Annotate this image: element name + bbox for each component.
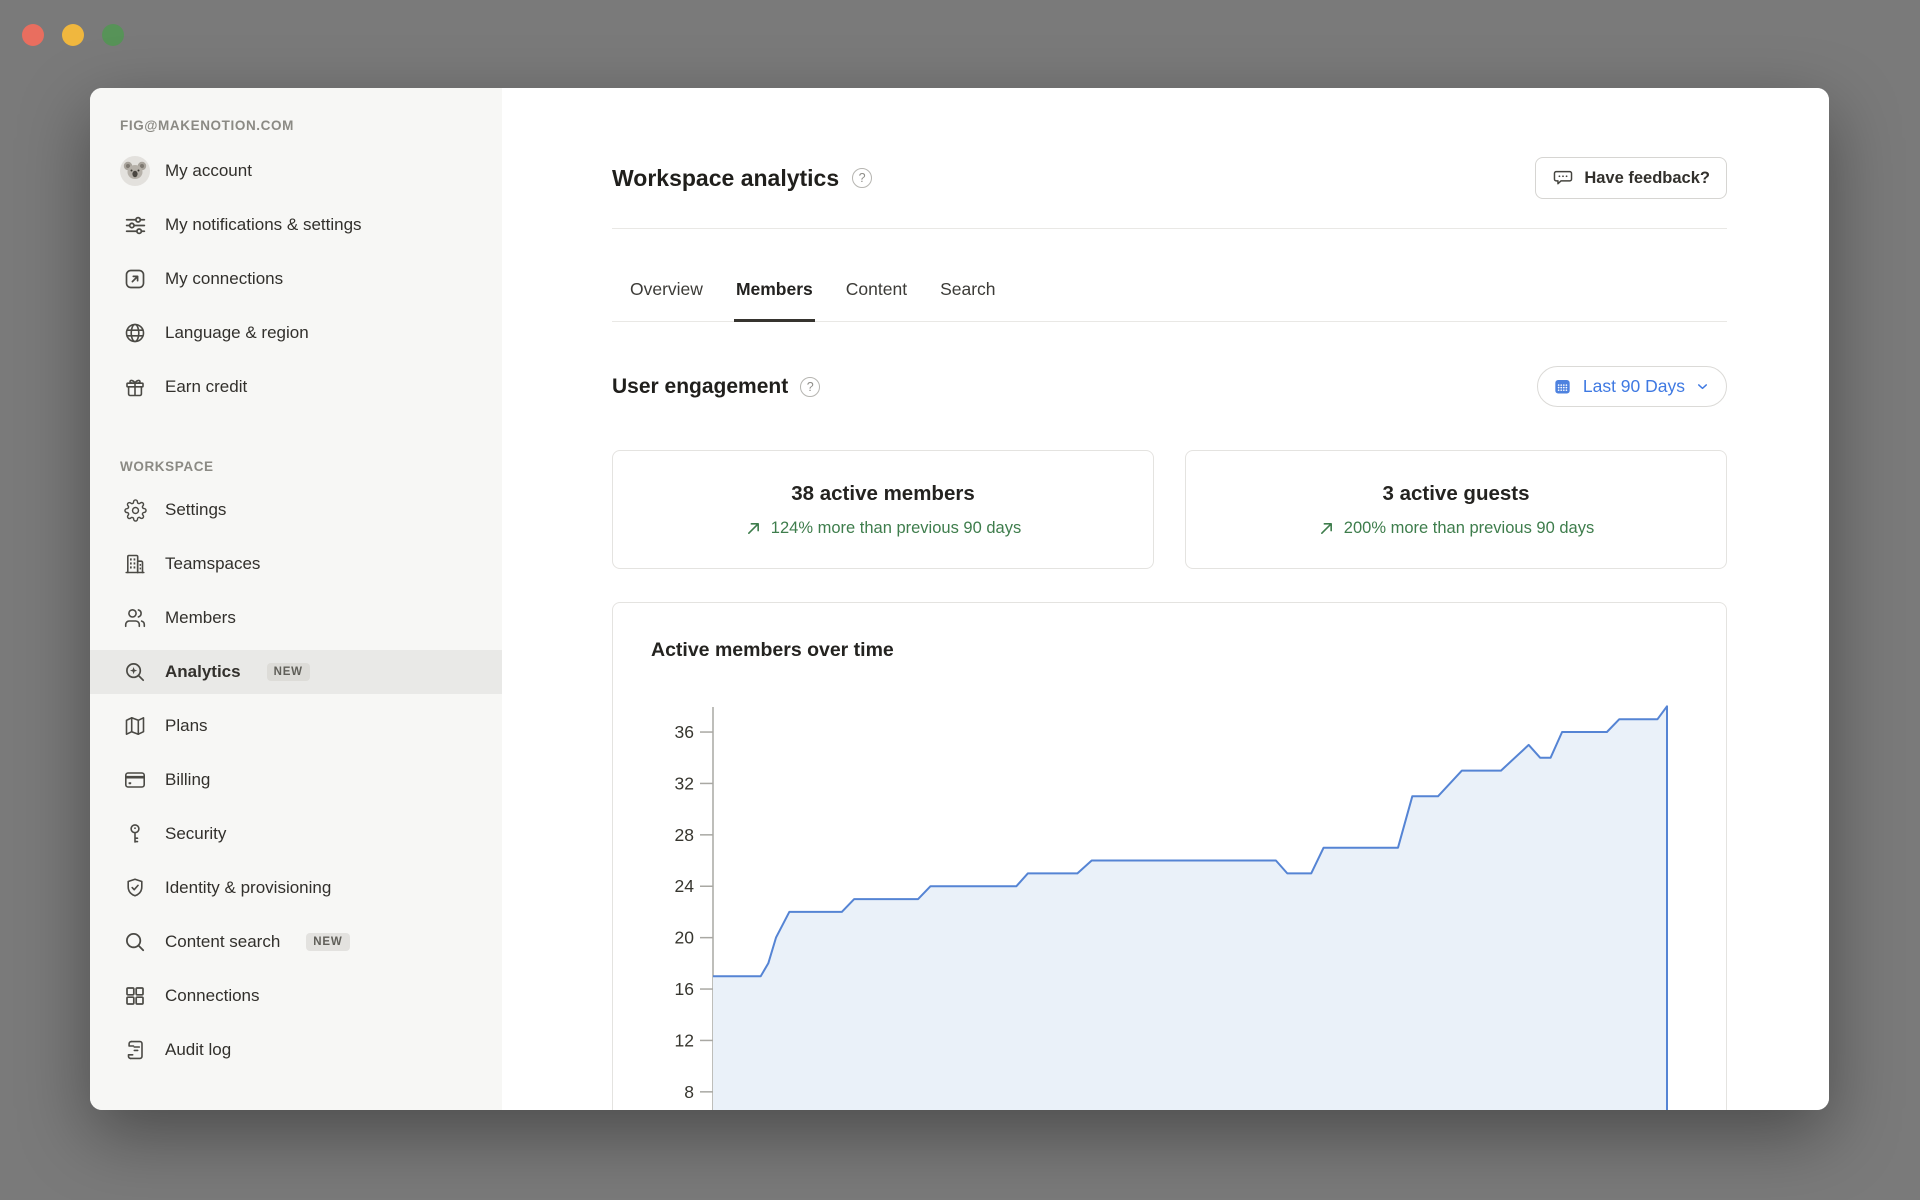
y-tick-label: 32: [675, 773, 694, 793]
close-window-button[interactable]: [22, 24, 44, 46]
chart-area-fill: [713, 706, 1667, 1110]
y-tick-label: 24: [675, 876, 695, 896]
sidebar-item-earn-credit[interactable]: Earn credit: [90, 365, 502, 409]
sidebar-item-label: My account: [165, 154, 252, 188]
sliders-icon: [120, 210, 150, 240]
sidebar-item-connections[interactable]: Connections: [90, 974, 502, 1018]
sidebar-item-audit-log[interactable]: Audit log: [90, 1028, 502, 1072]
tab-content[interactable]: Content: [844, 229, 909, 322]
sidebar-item-label: Language & region: [165, 316, 309, 350]
sidebar-item-my-account[interactable]: My account: [90, 149, 502, 193]
gear-icon: [120, 495, 150, 525]
sidebar-item-identity-provisioning[interactable]: Identity & provisioning: [90, 866, 502, 910]
sidebar-item-label: Settings: [165, 493, 226, 527]
new-badge: NEW: [306, 933, 349, 952]
date-range-value: Last 90 Days: [1583, 376, 1685, 397]
analytics-panel: Workspace analytics ? Have feedback?: [502, 88, 1829, 1110]
stat-value: 38 active members: [791, 482, 974, 506]
sidebar-item-members[interactable]: Members: [90, 596, 502, 640]
sidebar-item-label: Analytics: [165, 655, 241, 689]
minimize-window-button[interactable]: [62, 24, 84, 46]
window-controls: [22, 24, 124, 46]
sidebar-item-billing[interactable]: Billing: [90, 758, 502, 802]
tab-overview[interactable]: Overview: [628, 229, 705, 322]
shield-check-icon: [120, 873, 150, 903]
help-icon[interactable]: ?: [800, 377, 820, 397]
trend-text: 200% more than previous 90 days: [1344, 519, 1594, 538]
sidebar-item-label: Members: [165, 601, 236, 635]
analytics-tabs: Overview Members Content Search: [612, 229, 1727, 322]
sidebar-item-label: My notifications & settings: [165, 208, 362, 242]
trend-up-arrow-icon: [1318, 520, 1335, 537]
analytics-magnifier-icon: [120, 657, 150, 687]
y-tick-label: 20: [675, 928, 695, 948]
sidebar-item-label: Plans: [165, 709, 208, 743]
sidebar-item-label: Billing: [165, 763, 210, 797]
key-icon: [120, 819, 150, 849]
feedback-button-label: Have feedback?: [1584, 169, 1710, 188]
credit-card-icon: [120, 765, 150, 795]
globe-icon: [120, 318, 150, 348]
sidebar-item-language-region[interactable]: Language & region: [90, 311, 502, 355]
people-icon: [120, 603, 150, 633]
have-feedback-button[interactable]: Have feedback?: [1535, 157, 1727, 199]
active-members-chart-card: Active members over time 36 32 28 24 20 16 12 8: [612, 602, 1727, 1110]
zoom-window-button[interactable]: [102, 24, 124, 46]
chart-title: Active members over time: [651, 639, 894, 662]
sidebar-item-my-connections[interactable]: My connections: [90, 257, 502, 301]
tab-members[interactable]: Members: [734, 229, 815, 322]
sidebar-item-label: Security: [165, 817, 226, 851]
account-email-label: FIG@MAKENOTION.COM: [120, 118, 502, 133]
sidebar-item-label: Identity & provisioning: [165, 871, 331, 905]
page-title: Workspace analytics: [612, 165, 839, 192]
y-tick-label: 12: [675, 1030, 694, 1050]
settings-sidebar: FIG@MAKENOTION.COM My account: [90, 88, 502, 1110]
help-icon[interactable]: ?: [852, 168, 872, 188]
sidebar-item-analytics[interactable]: Analytics NEW: [90, 650, 502, 694]
y-tick-label: 36: [675, 722, 694, 742]
tab-search[interactable]: Search: [938, 229, 997, 322]
active-members-area-chart: 36 32 28 24 20 16 12 8: [613, 703, 1726, 1110]
sidebar-item-teamspaces[interactable]: Teamspaces: [90, 542, 502, 586]
trend-text: 124% more than previous 90 days: [771, 519, 1021, 538]
sidebar-item-security[interactable]: Security: [90, 812, 502, 856]
sidebar-item-label: Connections: [165, 979, 260, 1013]
y-tick-label: 8: [684, 1082, 694, 1102]
sidebar-item-settings[interactable]: Settings: [90, 488, 502, 532]
y-tick-label: 16: [675, 979, 694, 999]
map-icon: [120, 711, 150, 741]
grid-icon: [120, 981, 150, 1011]
arrow-up-right-box-icon: [120, 264, 150, 294]
sidebar-item-plans[interactable]: Plans: [90, 704, 502, 748]
building-icon: [120, 549, 150, 579]
workspace-section-label: WORKSPACE: [120, 459, 502, 474]
date-range-dropdown[interactable]: Last 90 Days: [1537, 366, 1727, 407]
new-badge: NEW: [267, 663, 310, 682]
user-avatar: [120, 156, 150, 186]
sidebar-item-label: My connections: [165, 262, 283, 296]
settings-dialog: FIG@MAKENOTION.COM My account: [90, 88, 1829, 1110]
speech-bubble-icon: [1552, 167, 1574, 189]
active-members-stat-card: 38 active members 124% more than previou…: [612, 450, 1154, 569]
sidebar-item-content-search[interactable]: Content search NEW: [90, 920, 502, 964]
sidebar-item-label: Teamspaces: [165, 547, 260, 581]
sidebar-item-label: Earn credit: [165, 370, 247, 404]
scroll-icon: [120, 1035, 150, 1065]
trend-up-arrow-icon: [745, 520, 762, 537]
search-icon: [120, 927, 150, 957]
sidebar-item-label: Content search: [165, 925, 280, 959]
gift-icon: [120, 372, 150, 402]
sidebar-item-label: Audit log: [165, 1033, 231, 1067]
calendar-icon: [1552, 376, 1573, 397]
sidebar-item-notifications-settings[interactable]: My notifications & settings: [90, 203, 502, 247]
section-title: User engagement: [612, 375, 788, 399]
chevron-down-icon: [1695, 379, 1710, 394]
y-tick-label: 28: [675, 825, 694, 845]
active-guests-stat-card: 3 active guests 200% more than previous …: [1185, 450, 1727, 569]
stat-value: 3 active guests: [1383, 482, 1530, 506]
